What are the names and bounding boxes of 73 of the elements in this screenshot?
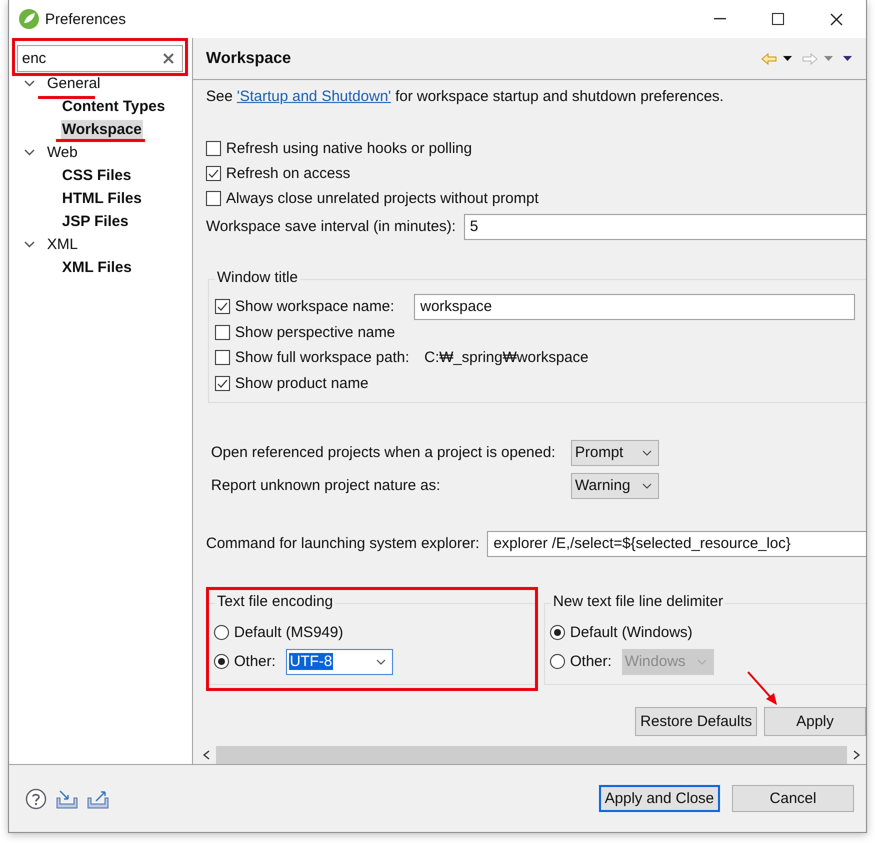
checkbox-label: Show workspace name: (235, 298, 394, 316)
window-title: Preferences (45, 10, 126, 28)
dropdown-label: Report unknown project nature as: (211, 477, 442, 494)
workspace-path: C:₩_spring₩workspace (424, 349, 588, 366)
checkbox-label: Show product name (235, 374, 368, 392)
tree-item[interactable]: HTML Files (61, 188, 143, 208)
page-title: Workspace (206, 50, 292, 68)
checkbox-label: Refresh on access (226, 165, 350, 182)
intro-text: See 'Startup and Shutdown' for workspace startup and shutdown preferences. (206, 88, 725, 106)
radio-button[interactable] (550, 625, 565, 640)
radio-label: Default (MS949) (234, 624, 344, 641)
leaf-logo-icon (18, 8, 40, 30)
checkbox[interactable] (206, 141, 221, 156)
radio-button[interactable] (214, 654, 229, 669)
close-icon[interactable] (830, 12, 843, 26)
scroll-left-icon[interactable] (203, 750, 210, 760)
page-button[interactable]: Apply (764, 707, 866, 736)
chevron-icon[interactable] (24, 239, 35, 250)
dropdown[interactable]: Prompt (571, 440, 659, 466)
dialog-button[interactable]: Cancel (732, 785, 854, 812)
tree-item[interactable]: Workspace (61, 120, 143, 140)
checkbox[interactable] (215, 299, 230, 314)
radio-label: Default (Windows) (570, 624, 693, 641)
tree-item[interactable]: Content Types (61, 96, 166, 116)
save-interval-field[interactable]: 5 (464, 214, 866, 240)
checkbox[interactable] (206, 166, 221, 181)
chevron-icon (376, 658, 386, 664)
chevron-icon[interactable] (24, 78, 35, 89)
dropdown-arrow-icon[interactable] (783, 56, 792, 61)
checkbox-label: Refresh using native hooks or polling (226, 140, 472, 157)
emphasis-underline (38, 96, 95, 99)
pointer-arrow (746, 670, 780, 708)
checkbox[interactable] (215, 350, 230, 366)
radio-button[interactable] (214, 625, 229, 640)
clear-icon[interactable] (163, 53, 174, 64)
chevron-icon[interactable] (24, 147, 35, 158)
field-label: Workspace save interval (in minutes): (206, 218, 456, 235)
filter-text: enc (22, 50, 46, 67)
tree-item[interactable]: JSP Files (61, 212, 130, 232)
tree-item[interactable]: XML Files (61, 258, 133, 278)
startup-link[interactable]: 'Startup and Shutdown' (236, 88, 392, 105)
page-button[interactable]: Restore Defaults (635, 707, 757, 736)
dialog-button[interactable]: Apply and Close (598, 785, 720, 812)
checkbox[interactable] (206, 191, 221, 206)
chevron-icon (642, 482, 652, 488)
tree-item[interactable]: XML (46, 234, 79, 254)
maximize-icon[interactable] (772, 13, 784, 25)
dropdown[interactable]: UTF-8 (286, 648, 393, 674)
minimize-icon[interactable] (714, 18, 726, 20)
help-icon[interactable] (25, 788, 47, 810)
export-icon[interactable] (87, 788, 109, 808)
dropdown-label: Open referenced projects when a project is opened: (211, 444, 556, 461)
chevron-icon (696, 658, 707, 664)
import-icon[interactable] (56, 788, 78, 808)
field-label: Command for launching system explorer: (206, 535, 480, 552)
scroll-right-icon[interactable] (853, 750, 860, 760)
workspace-name-field[interactable]: workspace (414, 294, 855, 320)
checkbox-label: Show perspective name (235, 324, 396, 341)
checkbox[interactable] (215, 324, 230, 340)
tree-item[interactable]: Web (46, 142, 79, 162)
checkbox[interactable] (215, 376, 230, 391)
view-menu-icon[interactable] (843, 56, 852, 61)
checkbox-label: Always close unrelated projects without prompt (226, 190, 539, 207)
filter-field[interactable]: enc (17, 45, 183, 72)
radio-label: Other: (570, 653, 612, 670)
checkbox-label: Show full workspace path: (235, 349, 410, 366)
radio-label: Other: (234, 653, 276, 670)
group-title: Text file encoding (215, 593, 335, 611)
tree-item[interactable]: CSS Files (61, 166, 132, 186)
explorer-command-field[interactable]: explorer /E,/select=${selected_resource_loc} (487, 530, 866, 556)
tree-item[interactable]: General (46, 74, 102, 94)
dropdown[interactable]: Warning (571, 472, 659, 498)
chevron-icon (642, 450, 652, 456)
